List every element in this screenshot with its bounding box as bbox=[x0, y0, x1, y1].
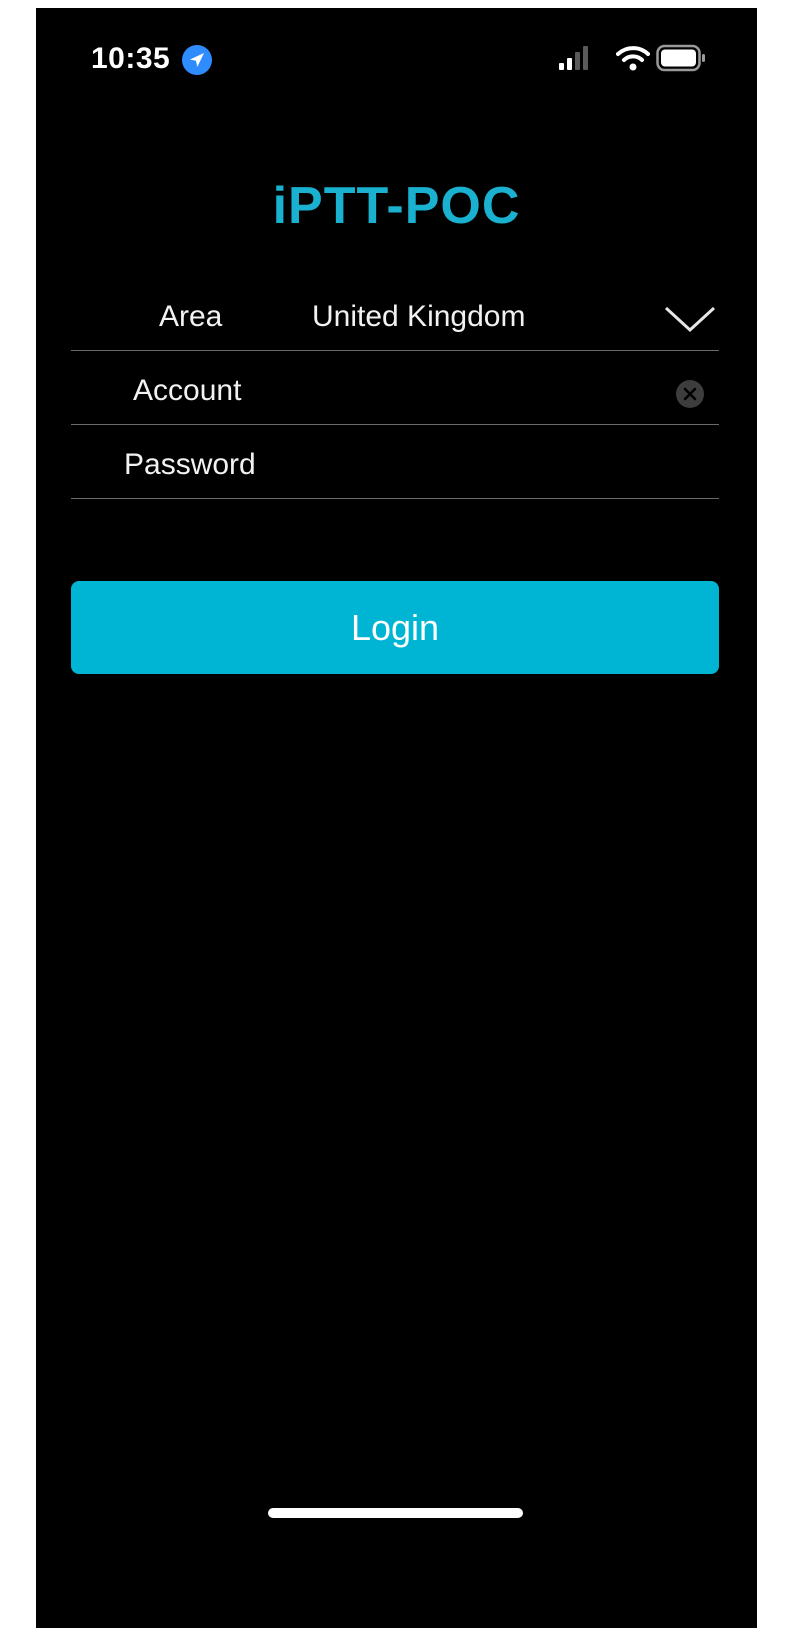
password-input[interactable] bbox=[276, 444, 660, 492]
battery-icon bbox=[656, 44, 705, 72]
location-icon bbox=[182, 45, 212, 75]
area-label: Area bbox=[159, 300, 223, 333]
chevron-down-icon[interactable] bbox=[663, 300, 717, 336]
login-button[interactable]: Login bbox=[71, 581, 719, 674]
area-value[interactable]: United Kingdom bbox=[312, 300, 525, 334]
home-indicator[interactable] bbox=[268, 1508, 523, 1518]
password-row: Password bbox=[71, 436, 719, 499]
account-row: Account bbox=[71, 362, 719, 425]
clear-icon[interactable] bbox=[675, 379, 705, 409]
area-selector[interactable]: Area United Kingdom bbox=[71, 288, 719, 351]
signal-icon bbox=[559, 46, 588, 70]
app-title: iPTT-POC bbox=[272, 177, 521, 235]
wifi-icon bbox=[616, 46, 650, 71]
account-input[interactable] bbox=[276, 370, 660, 418]
status-bar: 10:35 bbox=[36, 8, 757, 108]
status-time: 10:35 bbox=[91, 42, 171, 75]
password-label: Password bbox=[124, 448, 256, 481]
account-label: Account bbox=[133, 374, 242, 407]
phone-screen: 10:35 iPTT-POC Area United Kingdom Accou… bbox=[36, 8, 757, 1628]
